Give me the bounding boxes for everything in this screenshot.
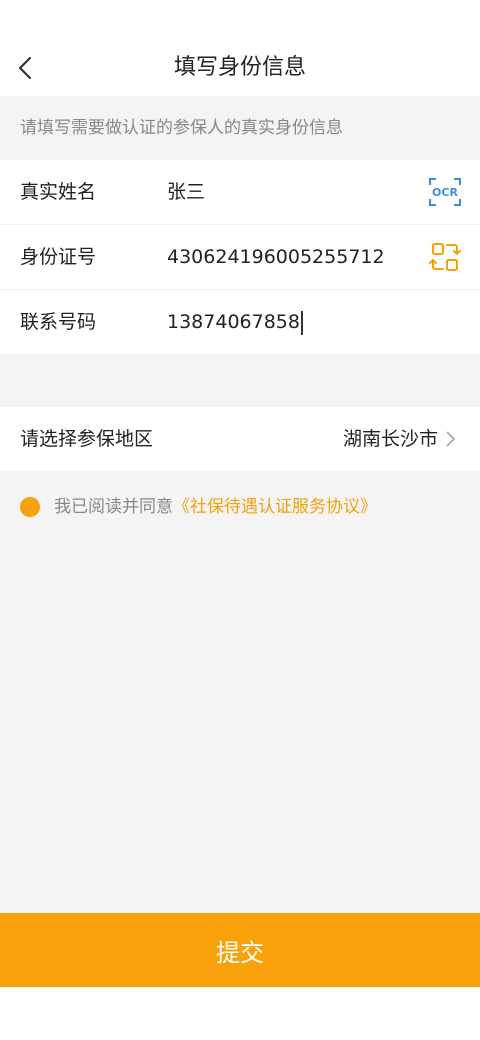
name-label: 真实姓名 <box>20 181 97 203</box>
region-label: 请选择参保地区 <box>20 428 154 450</box>
phone-row: 联系号码 13874067858 <box>0 290 480 354</box>
system-nav-bar <box>0 987 480 1040</box>
phone-label: 联系号码 <box>20 311 97 333</box>
id-label: 身份证号 <box>20 246 97 268</box>
name-input[interactable]: 张三 <box>167 160 205 224</box>
id-row: 身份证号 430624196005255712 <box>0 225 480 290</box>
phone-input[interactable]: 13874067858 <box>167 290 303 354</box>
region-select[interactable]: 请选择参保地区 湖南长沙市 <box>0 407 480 471</box>
page-title: 填写身份信息 <box>173 55 306 80</box>
identity-form: 真实姓名 张三 OCR 身份证号 430624196005255712 联系号码… <box>0 160 480 354</box>
agreement-prefix: 我已阅读并同意 <box>54 497 173 517</box>
status-bar <box>0 0 480 40</box>
submit-button[interactable]: 提交 <box>0 913 480 987</box>
agreement-checkbox[interactable] <box>20 497 40 517</box>
ocr-scan-icon[interactable]: OCR <box>428 176 462 208</box>
svg-text:OCR: OCR <box>432 186 458 199</box>
text-caret <box>300 310 303 335</box>
region-value: 湖南长沙市 <box>342 428 438 450</box>
navbar: 填写身份信息 <box>0 40 480 96</box>
instruction-banner: 请填写需要做认证的参保人的真实身份信息 <box>0 96 480 160</box>
phone-value: 13874067858 <box>167 311 300 333</box>
agreement-link[interactable]: 《社保待遇认证服务协议》 <box>173 497 377 517</box>
instruction-text: 请填写需要做认证的参保人的真实身份信息 <box>20 118 343 138</box>
agreement-text: 我已阅读并同意《社保待遇认证服务协议》 <box>54 492 377 522</box>
chevron-right-icon <box>446 431 456 447</box>
id-number-input[interactable]: 430624196005255712 <box>167 225 385 289</box>
scan-id-icon[interactable] <box>428 241 462 273</box>
name-row: 真实姓名 张三 OCR <box>0 160 480 225</box>
